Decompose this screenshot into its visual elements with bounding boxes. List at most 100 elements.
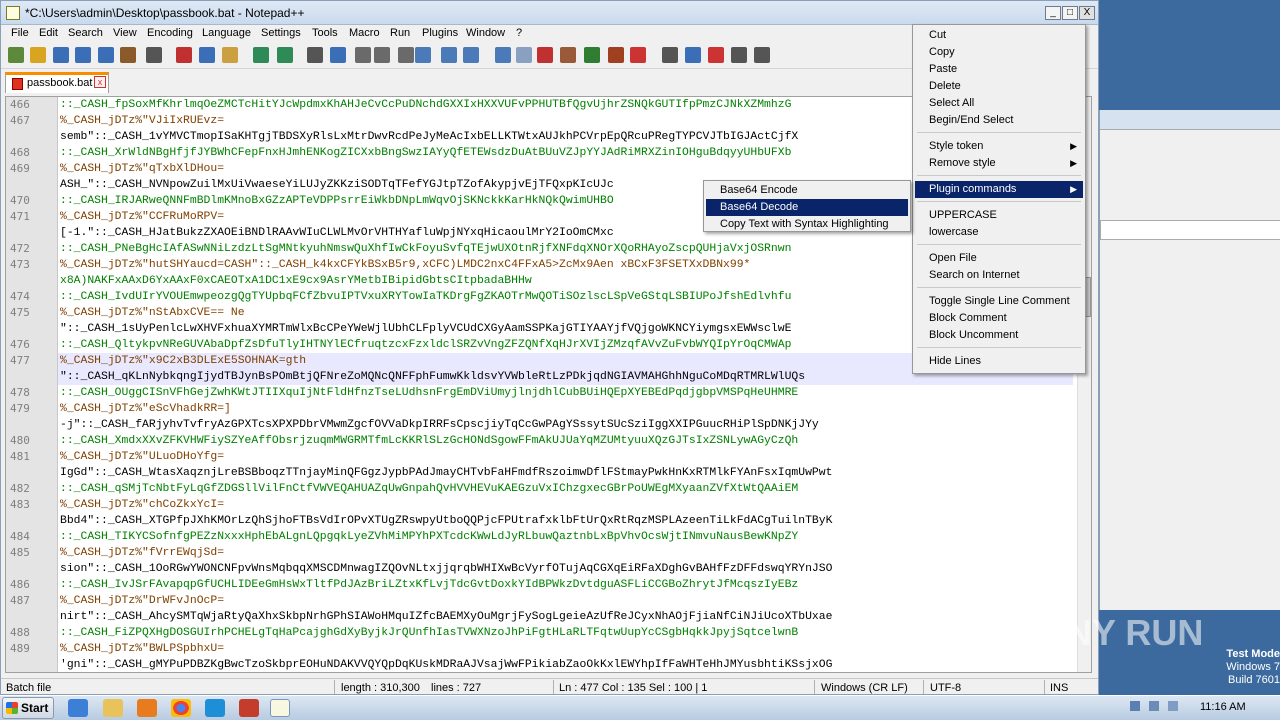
tray-flag-icon[interactable] bbox=[1130, 701, 1140, 711]
code-line[interactable]: ::_CASH_IvJSrFAvapqpGfUCHLIDEeGmHsWxTltf… bbox=[58, 577, 1073, 593]
toolbar-button-29[interactable] bbox=[685, 47, 701, 63]
batch-taskbar-icon[interactable] bbox=[239, 699, 259, 717]
menu-view[interactable]: View bbox=[113, 27, 137, 39]
toolbar-button-21[interactable] bbox=[495, 47, 511, 63]
ctx-delete[interactable]: Delete bbox=[915, 78, 1083, 95]
toolbar-button-5[interactable] bbox=[98, 47, 114, 63]
menu-tools[interactable]: Tools bbox=[312, 27, 338, 39]
menu-settings[interactable]: Settings bbox=[261, 27, 301, 39]
toolbar-button-17[interactable] bbox=[398, 47, 414, 63]
code-line[interactable]: ::_CASH_FiZPQXHgDOSGUIrhPCHELgTqHaPcajgh… bbox=[58, 625, 1073, 641]
ctx-toggle-single-line-comment[interactable]: Toggle Single Line Comment bbox=[915, 293, 1083, 310]
code-line[interactable]: sion"::_CASH_1OoRGwYWONCNFpvWnsMqbqqXMSC… bbox=[58, 561, 1073, 577]
code-line[interactable]: ::_CASH_OUggCISnVFhGejZwhKWtJTIIXquIjNtF… bbox=[58, 385, 1073, 401]
toolbar-button-19[interactable] bbox=[441, 47, 457, 63]
toolbar-button-2[interactable] bbox=[30, 47, 46, 63]
code-line[interactable]: 'gni"::_CASH_gMYPuPDBZKgBwcTzoSkbprEOHuN… bbox=[58, 657, 1073, 672]
start-button[interactable]: Start bbox=[2, 697, 54, 719]
menu-file[interactable]: File bbox=[11, 27, 29, 39]
code-line[interactable]: Bbd4"::_CASH_XTGPfpJXhKMOrLzQhSjhoFTBsVd… bbox=[58, 513, 1073, 529]
toolbar-button-1[interactable] bbox=[8, 47, 24, 63]
maximize-button[interactable]: □ bbox=[1062, 6, 1078, 20]
ctx-block-uncomment[interactable]: Block Uncomment bbox=[915, 327, 1083, 344]
menu-plugins[interactable]: Plugins bbox=[422, 27, 458, 39]
code-line[interactable]: %_CASH_jDTz%"BWLPSpbhxU= bbox=[58, 641, 1073, 657]
ctx-select-all[interactable]: Select All bbox=[915, 95, 1083, 112]
tray-network-icon[interactable] bbox=[1149, 701, 1160, 711]
toolbar-button-12[interactable] bbox=[277, 47, 293, 63]
minimize-button[interactable]: _ bbox=[1045, 6, 1061, 20]
sub-copy-text-with-syntax-highlighting[interactable]: Copy Text with Syntax Highlighting bbox=[706, 216, 908, 233]
ctx-lowercase[interactable]: lowercase bbox=[915, 224, 1083, 241]
code-line[interactable]: %_CASH_jDTz%"ULuoDHoYfg= bbox=[58, 449, 1073, 465]
close-button[interactable]: X bbox=[1079, 6, 1095, 20]
edge-taskbar-icon[interactable] bbox=[205, 699, 225, 717]
code-line[interactable]: %_CASH_jDTz%"fVrrEWqjSd= bbox=[58, 545, 1073, 561]
menu-help[interactable]: ? bbox=[516, 27, 522, 39]
code-line[interactable]: %_CASH_jDTz%"chCoZkxYcI= bbox=[58, 497, 1073, 513]
toolbar-button-25[interactable] bbox=[584, 47, 600, 63]
toolbar-button-28[interactable] bbox=[662, 47, 678, 63]
toolbar-button-27[interactable] bbox=[630, 47, 646, 63]
ctx-remove-style[interactable]: Remove style ▶ bbox=[915, 155, 1083, 172]
toolbar-button-32[interactable] bbox=[754, 47, 770, 63]
menu-run[interactable]: Run bbox=[390, 27, 410, 39]
toolbar-button-10[interactable] bbox=[222, 47, 238, 63]
media-taskbar-icon[interactable] bbox=[137, 699, 157, 717]
clock[interactable]: 11:16 AM bbox=[1200, 701, 1246, 713]
ie-taskbar-icon[interactable] bbox=[68, 699, 88, 717]
code-line[interactable]: IgGd"::_CASH_WtasXaqznjLreBSBboqzTTnjayM… bbox=[58, 465, 1073, 481]
menu-search[interactable]: Search bbox=[68, 27, 103, 39]
ctx-copy[interactable]: Copy bbox=[915, 44, 1083, 61]
toolbar-button-4[interactable] bbox=[75, 47, 91, 63]
menu-edit[interactable]: Edit bbox=[39, 27, 58, 39]
ctx-paste[interactable]: Paste bbox=[915, 61, 1083, 78]
code-line[interactable]: %_CASH_jDTz%"DrWFvJnOcP= bbox=[58, 593, 1073, 609]
code-line[interactable]: ::_CASH_XmdxXXvZFKVHWFiySZYeAffObsrjzuqm… bbox=[58, 433, 1073, 449]
notepadpp-taskbar-icon[interactable] bbox=[270, 699, 290, 717]
menu-macro[interactable]: Macro bbox=[349, 27, 380, 39]
ctx-cut[interactable]: Cut bbox=[915, 27, 1083, 44]
code-line[interactable]: nirt"::_CASH_AhcySMTqWjaRtyQaXhxSkbpNrhG… bbox=[58, 609, 1073, 625]
ctx-plugin-commands[interactable]: Plugin commands ▶ bbox=[915, 181, 1083, 198]
toolbar-button-14[interactable] bbox=[330, 47, 346, 63]
toolbar-button-23[interactable] bbox=[537, 47, 553, 63]
ctx-search-on-internet[interactable]: Search on Internet bbox=[915, 267, 1083, 284]
menu-window[interactable]: Window bbox=[466, 27, 505, 39]
toolbar-button-13[interactable] bbox=[307, 47, 323, 63]
code-line[interactable]: %_CASH_jDTz%"eScVhadkRR=] bbox=[58, 401, 1073, 417]
toolbar-button-11[interactable] bbox=[253, 47, 269, 63]
menu-language[interactable]: Language bbox=[202, 27, 251, 39]
code-line[interactable]: ::_CASH_qSMjTcNbtFyLqGfZDGSllVilFnCtfVWV… bbox=[58, 481, 1073, 497]
ctx-begin-end-select[interactable]: Begin/End Select bbox=[915, 112, 1083, 129]
toolbar-button-15[interactable] bbox=[355, 47, 371, 63]
code-line[interactable]: -j"::_CASH_fARjyhvTvfryAzGPXTcsXPXPDbrVM… bbox=[58, 417, 1073, 433]
toolbar-button-24[interactable] bbox=[560, 47, 576, 63]
toolbar-button-31[interactable] bbox=[731, 47, 747, 63]
toolbar-button-7[interactable] bbox=[146, 47, 162, 63]
tab-close-icon[interactable]: x bbox=[94, 76, 106, 88]
explorer-taskbar-icon[interactable] bbox=[103, 699, 123, 717]
toolbar-button-22[interactable] bbox=[516, 47, 532, 63]
chrome-taskbar-icon[interactable] bbox=[171, 699, 191, 717]
toolbar-button-26[interactable] bbox=[608, 47, 624, 63]
ctx-block-comment[interactable]: Block Comment bbox=[915, 310, 1083, 327]
toolbar-button-20[interactable] bbox=[463, 47, 479, 63]
ctx-style-token[interactable]: Style token ▶ bbox=[915, 138, 1083, 155]
toolbar-button-3[interactable] bbox=[53, 47, 69, 63]
tab-passbook[interactable]: passbook.bat x bbox=[5, 72, 109, 93]
ctx-uppercase[interactable]: UPPERCASE bbox=[915, 207, 1083, 224]
toolbar-button-16[interactable] bbox=[374, 47, 390, 63]
ctx-hide-lines[interactable]: Hide Lines bbox=[915, 353, 1083, 370]
menu-encoding[interactable]: Encoding bbox=[147, 27, 193, 39]
toolbar-button-6[interactable] bbox=[120, 47, 136, 63]
toolbar-button-18[interactable] bbox=[415, 47, 431, 63]
sub-base64-encode[interactable]: Base64 Encode bbox=[706, 182, 908, 199]
tray-volume-icon[interactable] bbox=[1168, 701, 1179, 711]
toolbar-button-9[interactable] bbox=[199, 47, 215, 63]
ctx-open-file[interactable]: Open File bbox=[915, 250, 1083, 267]
toolbar-button-30[interactable] bbox=[708, 47, 724, 63]
code-line[interactable]: ::_CASH_TIKYCSofnfgPEZzNxxxHphEbALgnLQpg… bbox=[58, 529, 1073, 545]
sub-base64-decode[interactable]: Base64 Decode bbox=[706, 199, 908, 216]
toolbar-button-8[interactable] bbox=[176, 47, 192, 63]
